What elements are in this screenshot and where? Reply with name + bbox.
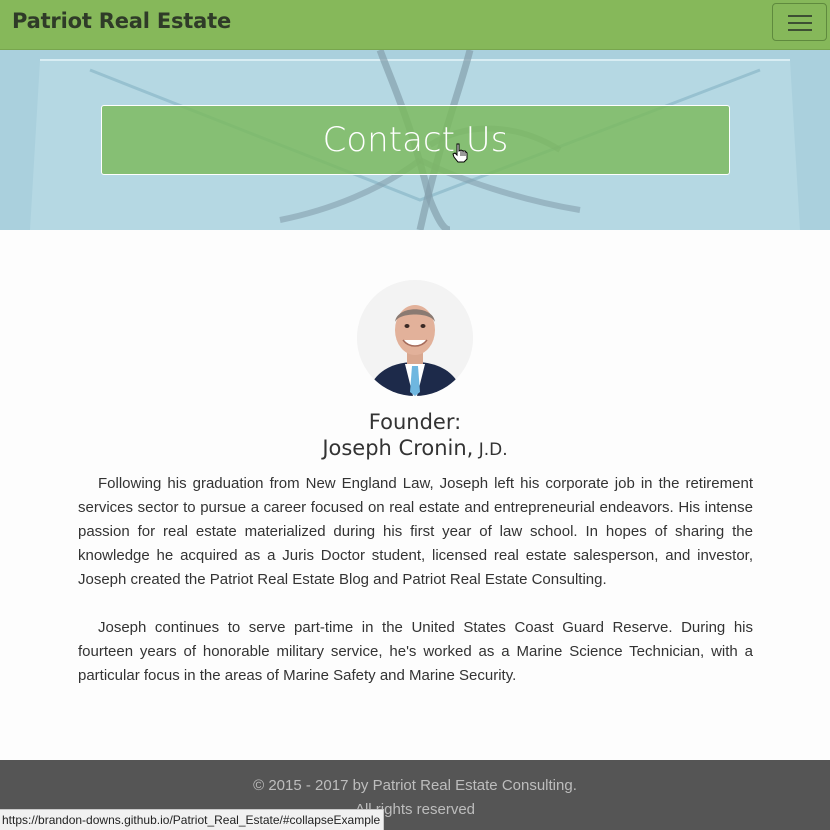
bio-paragraph: Following his graduation from New Englan… [78,475,753,588]
founder-portrait-image [357,280,473,396]
founder-suffix: J.D. [473,440,508,460]
bio-paragraph: Joseph continues to serve part-time in t… [78,619,753,684]
brand-title[interactable]: Patriot Real Estate [12,9,231,33]
hand-pointer-icon [452,143,468,163]
hero-banner: Contact Us [0,50,830,230]
founder-name: Joseph Cronin, [322,436,474,460]
founder-avatar [357,280,473,396]
navbar: Patriot Real Estate [0,0,830,50]
menu-toggle-button[interactable] [772,3,827,41]
founder-bio: Following his graduation from New Englan… [78,472,753,688]
contact-us-button[interactable]: Contact Us [101,105,730,175]
browser-status-url: https://brandon-downs.github.io/Patriot_… [0,809,385,830]
hamburger-menu-icon [788,15,812,17]
founder-name-heading: Joseph Cronin, J.D. [0,436,830,460]
founder-heading: Founder: [368,410,462,434]
footer-copyright: © 2015 - 2017 by Patriot Real Estate Con… [253,777,577,794]
